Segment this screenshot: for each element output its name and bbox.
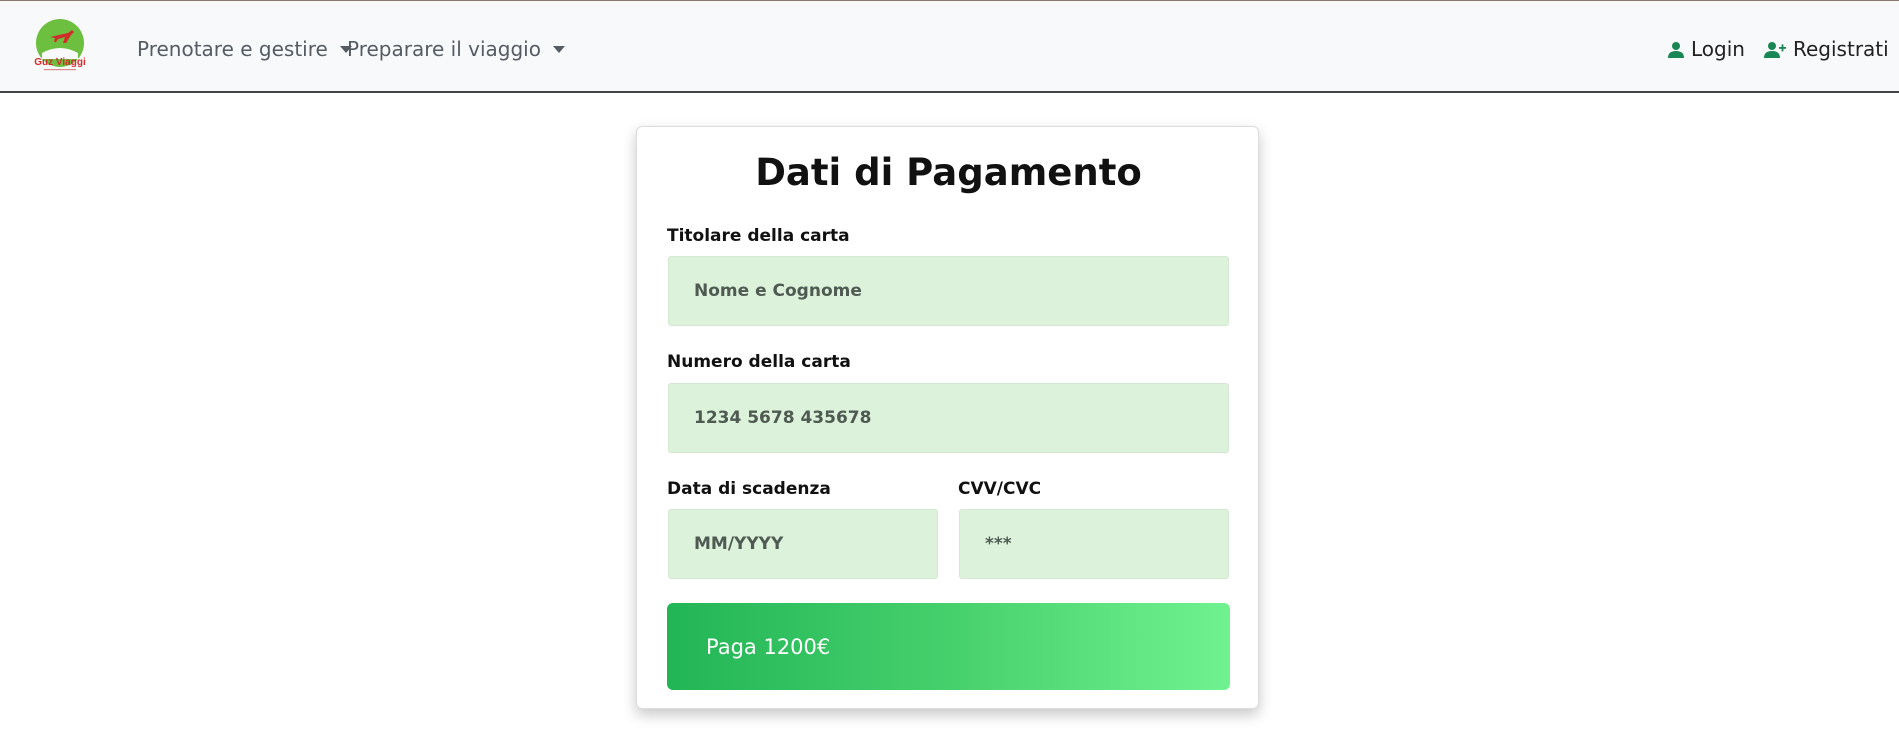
login-link[interactable]: Login (1668, 37, 1745, 61)
cardholder-label: Titolare della carta (667, 226, 850, 246)
payment-card: Dati di Pagamento Titolare della carta N… (636, 126, 1259, 709)
login-label: Login (1691, 37, 1745, 61)
expiry-label: Data di scadenza (667, 479, 831, 499)
page-title: Dati di Pagamento (755, 151, 1142, 194)
register-label: Registrati (1793, 37, 1889, 61)
register-link[interactable]: Registrati (1764, 37, 1889, 61)
logo-text: Guz Viaggi (34, 57, 86, 68)
menu-prenotare-gestire[interactable]: Prenotare e gestire (137, 37, 352, 61)
navbar: Guz Viaggi Prenotare e gestire Preparare… (0, 1, 1899, 93)
cardholder-input[interactable] (668, 256, 1229, 326)
pay-button[interactable]: Paga 1200€ (667, 603, 1230, 690)
user-plus-icon (1764, 41, 1786, 58)
card-number-input[interactable] (668, 383, 1229, 453)
expiry-input[interactable] (668, 509, 938, 579)
cvv-label: CVV/CVC (958, 479, 1042, 499)
card-number-label: Numero della carta (667, 352, 851, 372)
menu-label: Preparare il viaggio (347, 37, 541, 61)
user-icon (1668, 41, 1684, 58)
menu-preparare-viaggio[interactable]: Preparare il viaggio (347, 37, 565, 61)
airplane-logo-icon: Guz Viaggi (34, 19, 86, 71)
caret-down-icon (552, 45, 565, 53)
cvv-input[interactable] (959, 509, 1229, 579)
menu-label: Prenotare e gestire (137, 37, 328, 61)
brand-logo[interactable]: Guz Viaggi (32, 19, 88, 75)
